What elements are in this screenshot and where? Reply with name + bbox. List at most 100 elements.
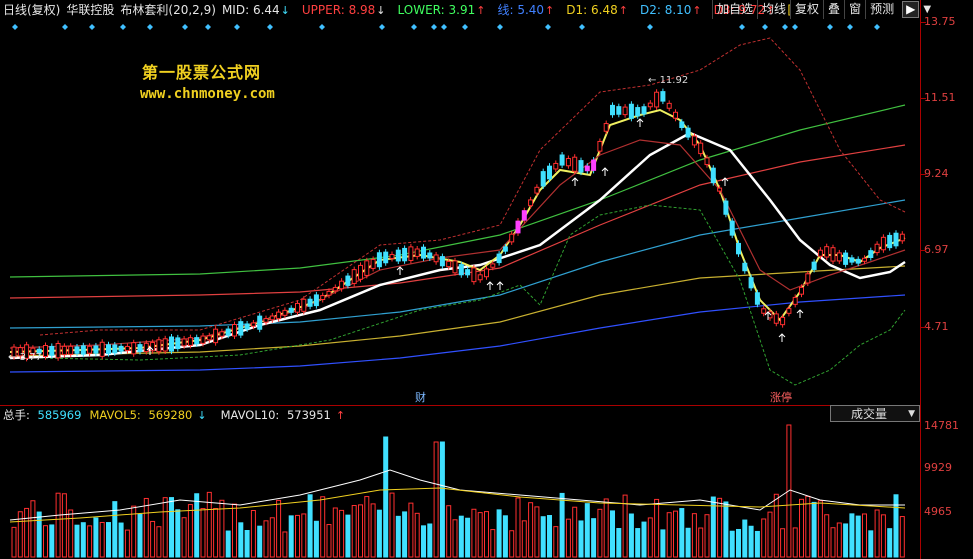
candle [421, 246, 426, 259]
candle [143, 342, 149, 353]
candle [162, 338, 168, 352]
volume-bar [414, 512, 420, 558]
stock-name: 华联控股 [66, 3, 115, 17]
chart-toolbar: 加自选 均线 复权 叠 窗 预测 ▶ ▼ [712, 0, 935, 19]
candle [288, 307, 294, 313]
candle [754, 292, 760, 305]
candle [547, 165, 552, 180]
ma-line-blue [9, 294, 906, 373]
candle [899, 233, 905, 242]
candle [792, 296, 798, 305]
arrow-down-icon: ↓ [280, 3, 290, 17]
low-price-label: ← 3.77 [8, 352, 42, 363]
candle [880, 236, 886, 251]
candle [830, 247, 836, 262]
candle [427, 252, 433, 259]
volume-bar [773, 493, 779, 558]
mavol10-readout: MAVOL10: 573951 ↑ [220, 407, 346, 422]
ma-line-button[interactable]: 均线 [757, 0, 790, 19]
window-button[interactable]: 窗 [844, 0, 865, 19]
candle [477, 274, 483, 281]
arrow-down-icon: ↓ [376, 3, 386, 17]
candle [780, 316, 786, 326]
candle [565, 158, 571, 167]
nav-right-icon[interactable]: ▶ [902, 1, 920, 18]
candle [465, 269, 471, 276]
volume-bar [11, 526, 17, 558]
volume-bar [433, 441, 439, 558]
volume-bar [641, 521, 647, 558]
adjust-button[interactable]: 复权 [790, 0, 823, 19]
arrow-down-icon: ↓ [197, 408, 207, 422]
volume-bar [610, 510, 615, 558]
volume-header: 总手: 585969 MAVOL5: 569280 ↓ MAVOL10: 5739… [0, 405, 920, 423]
volume-bar [421, 525, 426, 558]
finance-marker[interactable]: 财 [415, 389, 426, 405]
volume-bar [232, 503, 237, 558]
candle [68, 345, 74, 355]
candle [395, 249, 401, 262]
candle [282, 309, 288, 316]
ma-line-green [9, 104, 906, 278]
candle [824, 246, 830, 258]
candle [490, 263, 496, 268]
candle [124, 345, 130, 352]
indicator-select[interactable]: 成交量 ▼ [830, 405, 920, 422]
candle [326, 290, 332, 296]
d1-readout: D1: 6.48↑ [566, 2, 628, 17]
volume-bar [515, 497, 521, 558]
volume-bar [200, 508, 206, 558]
volume-bar [666, 512, 672, 558]
overlay-button[interactable]: 叠 [823, 0, 844, 19]
mavol5-readout: MAVOL5: 569280 ↓ [89, 407, 207, 422]
indicator-name[interactable]: 布林套利(20,2,9) [120, 1, 216, 18]
candle [729, 220, 735, 236]
candle [836, 252, 842, 262]
candle [849, 257, 855, 263]
volume-bar [761, 518, 767, 558]
long-ma-lines [9, 104, 906, 373]
candle [358, 264, 363, 280]
candle [80, 345, 86, 355]
candle [383, 251, 389, 264]
volume-bar [496, 509, 502, 558]
candle [61, 345, 67, 356]
volume-bar [540, 516, 546, 558]
volume-bar [616, 528, 622, 558]
volume-bar [257, 525, 263, 558]
volume-bar [87, 525, 93, 558]
candle [893, 232, 899, 247]
volume-bar [187, 504, 193, 558]
candle [484, 268, 489, 278]
volume-bar [106, 522, 111, 558]
candle [131, 342, 137, 355]
volume-bar [534, 506, 540, 558]
dropdown-icon[interactable]: ▼ [919, 0, 935, 19]
volume-bar [647, 517, 653, 558]
candle [635, 107, 641, 117]
candle [622, 106, 628, 116]
volume-bar [225, 530, 231, 558]
forecast-button[interactable]: 预测 [865, 0, 898, 19]
period-label[interactable]: 日线(复权) [3, 1, 60, 18]
volume-bar [521, 520, 527, 558]
candle [257, 315, 263, 330]
price-chart[interactable] [0, 0, 973, 559]
candle [364, 260, 370, 276]
candle [641, 106, 647, 115]
volume-bar [74, 524, 80, 558]
volume-bar [698, 527, 704, 558]
volume-bar [528, 502, 534, 558]
volume-bar [502, 515, 508, 558]
add-watch-button[interactable]: 加自选 [712, 0, 757, 19]
limit-up-marker[interactable]: 涨停 [770, 389, 792, 405]
candle [654, 91, 660, 108]
volume-bar [736, 528, 741, 558]
candle [717, 187, 723, 192]
candle [736, 242, 741, 255]
volume-bar [118, 522, 124, 558]
candle [704, 157, 710, 166]
volume-bar [824, 514, 830, 558]
candle [515, 220, 521, 234]
candle [408, 246, 414, 261]
